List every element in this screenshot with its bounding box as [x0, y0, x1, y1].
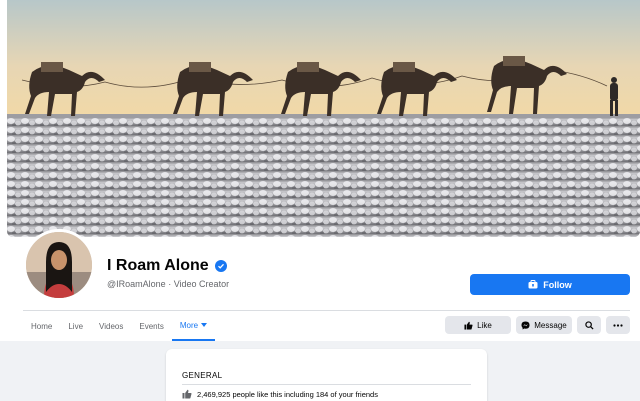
profile-header: I Roam Alone @IRoamAlone · Video Creator…: [0, 229, 640, 341]
tab-more-label: More: [179, 320, 199, 330]
tab-more[interactable]: More: [171, 311, 216, 341]
more-dots-icon: [613, 323, 623, 327]
tab-videos[interactable]: Videos: [91, 311, 131, 341]
more-options-button[interactable]: [606, 316, 630, 334]
chevron-down-icon: [201, 323, 208, 327]
search-button[interactable]: [577, 316, 601, 334]
general-title: GENERAL: [182, 371, 223, 380]
search-icon: [584, 320, 594, 330]
likes-text: 2,469,925 people like this including 184…: [197, 389, 378, 399]
page-subtitle: @IRoamAlone · Video Creator: [107, 279, 229, 289]
like-button[interactable]: Like: [445, 316, 511, 334]
page-actions: Like Message: [445, 316, 630, 334]
tab-events[interactable]: Events: [131, 311, 171, 341]
message-label: Message: [534, 320, 567, 330]
page-name: I Roam Alone: [107, 257, 209, 274]
thumbs-up-icon: [464, 321, 473, 330]
tab-home-label: Home: [31, 321, 53, 331]
verified-badge-icon: [214, 260, 227, 272]
follow-label: Follow: [543, 279, 572, 290]
cover-photo[interactable]: [7, 0, 640, 237]
tab-live[interactable]: Live: [60, 311, 91, 341]
page-handle: @IRoamAlone: [107, 279, 166, 289]
messenger-icon: [521, 320, 530, 330]
likes-row: 2,469,925 people like this including 184…: [182, 389, 378, 399]
general-divider: [182, 384, 471, 385]
tab-live-label: Live: [68, 321, 84, 331]
message-button[interactable]: Message: [516, 316, 572, 334]
follow-icon: [528, 280, 538, 289]
like-label: Like: [477, 320, 492, 330]
page-category: Video Creator: [173, 279, 230, 289]
tab-events-label: Events: [139, 321, 164, 331]
cover-area: [0, 0, 640, 237]
tab-videos-label: Videos: [99, 321, 124, 331]
general-card: GENERAL 2,469,925 people like this inclu…: [166, 349, 487, 401]
subtitle-separator: ·: [168, 279, 172, 289]
thumbs-up-icon: [182, 389, 192, 399]
profile-avatar[interactable]: [23, 229, 95, 301]
page-name-row: I Roam Alone: [107, 257, 227, 275]
follow-button[interactable]: Follow: [470, 274, 630, 295]
page-tabs: Home Live Videos Events More: [23, 311, 216, 341]
tab-home[interactable]: Home: [23, 311, 60, 341]
